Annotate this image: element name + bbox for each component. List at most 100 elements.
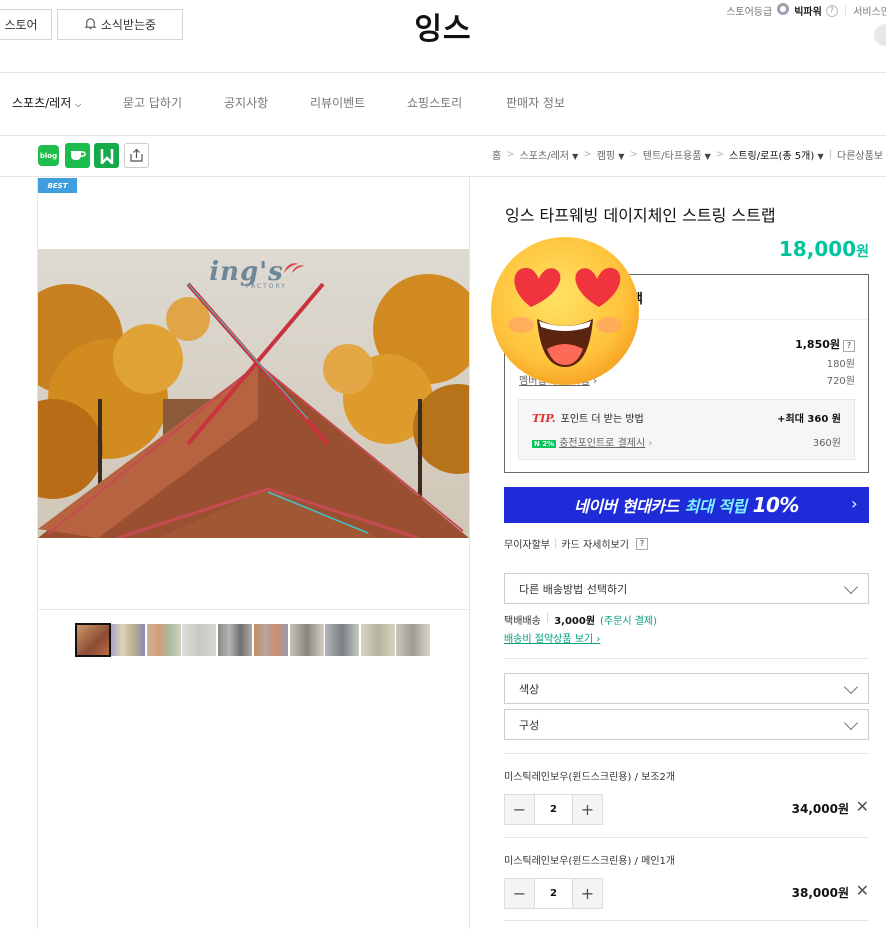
card-detail-link[interactable]: 카드 자세히보기 [561,536,629,551]
naverpay-badge: N 2% [532,440,557,448]
nav-item-notice[interactable]: 공지사항 [224,94,268,111]
breadcrumb-label: 스포츠/레저 [519,151,569,162]
chevron-down-icon [843,715,859,730]
shipping-method-select[interactable]: 다른 배송방법 선택하기 [504,573,869,604]
breadcrumb-string[interactable]: 스트링/로프(총 5개) ▼ [729,147,823,162]
thumbnail-10[interactable] [396,624,430,656]
caret-down-icon: ▼ [817,152,824,161]
shipping-info-row: 택배배송 | 3,000원 (주문시 결제) [504,612,657,627]
share-export-icon[interactable] [124,143,149,168]
breadcrumb-label: 캠핑 [596,151,616,162]
breadcrumb-label: 스트링/로프(총 5개) [729,151,815,162]
breadcrumb-sports[interactable]: 스포츠/레저 ▼ [520,147,579,162]
heart-eyes-emoji-icon [489,235,641,387]
thumbnail-7[interactable] [290,624,324,656]
store-grade-label[interactable]: 스토어등급 [726,3,772,18]
thumbnail-3[interactable] [147,624,181,656]
product-main-image[interactable]: ing's FACTORY [38,249,469,538]
thumbnail-8[interactable] [325,624,359,656]
grade-badge-icon [776,2,790,19]
selected-option-item: 미스틱레인보우(윈드스크린용) / 보조2개 − 2 + 34,000원 ✕ [504,753,869,837]
decrease-button[interactable]: − [505,795,534,824]
tip-title: TIP. 포인트 더 받는 방법 [532,410,644,425]
thumbnail-1[interactable] [75,623,111,657]
decrease-button[interactable]: − [505,879,534,908]
options-bottom-divider [504,920,869,921]
option-price: 34,000원 [791,802,849,816]
tip-mark: TIP. [532,412,556,425]
close-icon[interactable]: ✕ [856,797,869,816]
increase-button[interactable]: + [573,795,602,824]
tip-header-row: TIP. 포인트 더 받는 방법 +최대 360 원 [532,410,841,425]
option-name: 미스틱레인보우(윈드스크린용) / 보조2개 [504,772,676,783]
card-banner-highlight: 최대 적립 [684,497,747,516]
chevron-down-icon [843,679,859,694]
close-icon[interactable]: ✕ [856,881,869,900]
nav-item-label: 스포츠/레저 [12,96,72,110]
quantity-value[interactable]: 2 [534,795,573,824]
thumbnail-5[interactable] [218,624,252,656]
keep-bookmark-icon[interactable] [94,143,119,168]
store-power-label: 빅파워 [794,7,822,18]
card-banner-percent: 10% [752,493,800,517]
breadcrumb-camping[interactable]: 캠핑 ▼ [597,147,625,162]
breadcrumb-separator: > [583,149,592,160]
chevron-down-icon: ⌵ [75,100,82,109]
selected-option-item: 미스틱레인보우(윈드스크린용) / 메인1개 − 2 + 38,000원 ✕ [504,837,869,921]
increase-button[interactable]: + [573,879,602,908]
blog-share-icon[interactable]: blog [38,145,59,166]
shipping-saving-link[interactable]: 배송비 절약상품 보기 › [504,630,600,645]
tip-charge-row: N 2% 충전포인트로 결제시 › 360원 [532,434,841,449]
breadcrumb-home[interactable]: 홈 [492,147,501,162]
nav-item-review-event[interactable]: 리뷰이벤트 [310,94,365,111]
nav-item-seller-info[interactable]: 판매자 정보 [506,94,565,111]
logo-sub-text: FACTORY [246,283,287,290]
breadcrumb-tent[interactable]: 텐트/타프용품 ▼ [643,147,711,162]
price-unit: 원 [856,244,869,260]
chevron-right-icon: › [596,634,601,645]
nav-item-qna[interactable]: 묻고 답하기 [123,94,182,111]
help-icon[interactable]: ? [843,340,855,352]
breadcrumb-separator: > [715,149,725,160]
service-label[interactable]: 서비스만 [853,3,886,18]
product-price: 18,000원 [779,237,869,261]
price-value: 18,000 [778,237,857,261]
benefit-membership-value: 720원 [826,376,855,387]
shipping-fee: 3,000원 [554,616,596,627]
breadcrumb-separator: > [629,149,638,160]
color-select-label: 색상 [519,682,540,696]
ings-logo: ing's FACTORY [206,257,287,290]
shipping-method-label: 다른 배송방법 선택하기 [519,582,628,596]
thumbnail-6[interactable] [254,624,288,656]
thumbnail-9[interactable] [361,624,395,656]
thumbnail-2[interactable] [111,624,145,656]
shipping-pay-note: (주문시 결제) [600,616,658,627]
nav-item-sports[interactable]: 스포츠/레저 ⌵ [12,94,81,111]
product-name: 잉스 타프웨빙 데이지체인 스트링 스트랩 [505,206,776,225]
no-interest-label[interactable]: 무이자할부 [504,536,550,551]
caret-down-icon: ▼ [618,152,625,161]
breadcrumb-separator: > [506,149,515,160]
cafe-share-icon[interactable] [65,143,90,168]
option-name: 미스틱레인보우(윈드스크린용) / 메인1개 [504,856,676,867]
breadcrumb-separator: | [828,149,832,160]
thumbs-divider [38,609,469,610]
shipping-type: 택배배송 [504,616,541,627]
config-select-label: 구성 [519,718,540,732]
breadcrumb-other-products[interactable]: 다른상품보 [837,147,883,162]
shipping-saving-text: 배송비 절약상품 보기 [504,634,594,645]
help-icon[interactable]: ? [825,4,838,17]
caret-down-icon: ▼ [572,152,579,161]
naver-hyundai-card-banner[interactable]: 네이버 현대카드 최대 적립 10% › [504,487,869,523]
best-badge: BEST [38,178,77,193]
quantity-value[interactable]: 2 [534,879,573,908]
nav-item-shopping-story[interactable]: 쇼핑스토리 [407,94,462,111]
color-select[interactable]: 색상 [504,673,869,704]
benefit-basic-value: 180원 [826,359,855,370]
thumbnail-4[interactable] [182,624,216,656]
config-select[interactable]: 구성 [504,709,869,740]
caret-down-icon: ▼ [704,152,711,161]
nav-divider [0,135,886,136]
help-icon[interactable]: ? [635,537,648,550]
charge-point-link[interactable]: N 2% 충전포인트로 결제시 › [532,434,652,449]
